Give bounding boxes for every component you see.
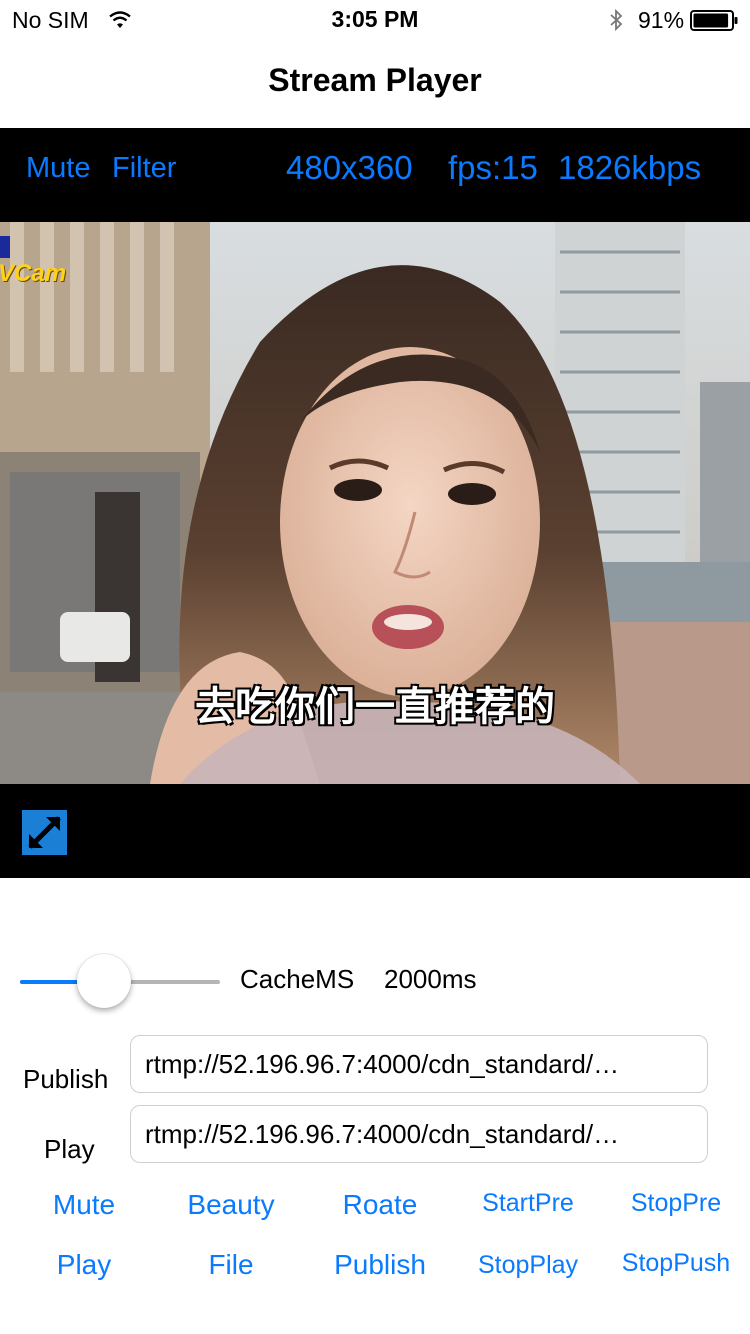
publish-url-field[interactable]: [130, 1035, 708, 1093]
cache-label: CacheMS: [240, 964, 355, 994]
resolution-label: 480x360: [286, 149, 413, 186]
stop-push-button[interactable]: StopPush: [602, 1249, 750, 1278]
video-view[interactable]: VCam 去吃你们一直推荐的: [0, 222, 750, 784]
watermark-text: VCam: [0, 260, 67, 287]
fps-label: fps:15: [448, 149, 538, 186]
cache-value: 2000ms: [384, 964, 477, 994]
fullscreen-button[interactable]: [22, 810, 67, 855]
bitrate-label: 1826kbps: [558, 149, 702, 186]
battery-icon: [690, 10, 738, 31]
player-control-bar: [0, 784, 750, 878]
beauty-button[interactable]: Beauty: [157, 1189, 305, 1221]
mute-action-button[interactable]: Mute: [10, 1189, 158, 1221]
slider-thumb[interactable]: [77, 954, 131, 1008]
publish-button[interactable]: Publish: [306, 1249, 454, 1281]
stream-info-bar: Mute Filter 480x360 fps:15 1826kbps: [0, 128, 750, 222]
play-label: Play: [44, 1134, 95, 1164]
mute-button[interactable]: Mute: [26, 152, 90, 185]
page-title: Stream Player: [268, 62, 482, 98]
play-url-field[interactable]: [130, 1105, 708, 1163]
expand-icon: [28, 816, 61, 849]
rotate-button[interactable]: Roate: [306, 1189, 454, 1221]
cache-slider[interactable]: [20, 954, 220, 1010]
file-button[interactable]: File: [157, 1249, 305, 1281]
stop-preview-button[interactable]: StopPre: [602, 1189, 750, 1218]
stop-play-button[interactable]: StopPlay: [454, 1251, 602, 1280]
status-bar: No SIM 3:05 PM 91%: [0, 0, 750, 40]
watermark-badge: [0, 236, 10, 258]
bluetooth-icon: [610, 8, 623, 32]
play-button[interactable]: Play: [10, 1249, 158, 1281]
publish-label: Publish: [23, 1064, 109, 1094]
start-preview-button[interactable]: StartPre: [454, 1189, 602, 1218]
video-subtitle: 去吃你们一直推荐的: [195, 684, 555, 730]
battery-percent: 91%: [638, 7, 685, 33]
filter-button[interactable]: Filter: [112, 152, 176, 185]
